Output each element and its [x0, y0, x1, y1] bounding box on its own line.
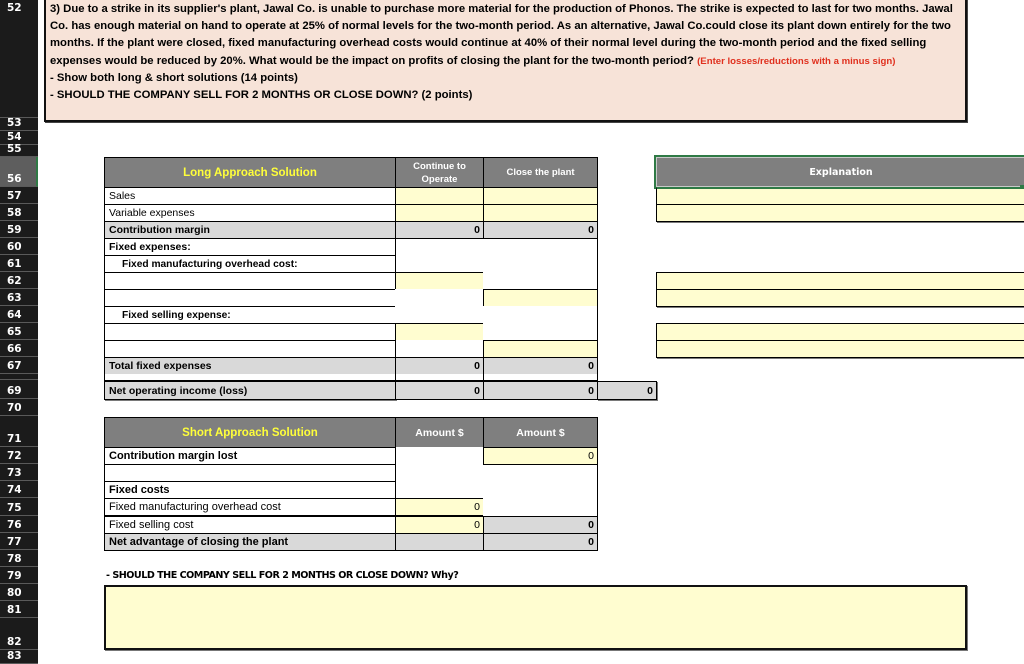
noi-difference-value: 0 — [597, 381, 657, 400]
row-label-net-advantage: Net advantage of closing the plant — [104, 533, 396, 551]
contribution-margin-close-value: 0 — [483, 221, 598, 239]
explanation-header-selected-cell[interactable]: Explanation — [654, 155, 1024, 189]
blank-cell — [483, 498, 598, 516]
row-header-58[interactable]: 58 — [0, 204, 38, 221]
row-label-fixed-selling-expense: Fixed selling expense: — [104, 306, 396, 324]
col-header-close-the-plant: Close the plant — [483, 157, 598, 188]
row-header-63[interactable]: 63 — [0, 289, 38, 306]
row-label-fixed-selling-cost: Fixed selling cost — [104, 516, 396, 534]
blank-label-row[interactable] — [104, 464, 396, 482]
long-approach-title: Long Approach Solution — [104, 157, 396, 188]
row-header-74[interactable]: 74 — [0, 481, 38, 498]
fixed-selling-close-input[interactable] — [483, 340, 598, 358]
sales-continue-input[interactable] — [395, 187, 484, 205]
explanation-fixed-mfg-1-input[interactable] — [656, 272, 1024, 290]
row-header-73[interactable]: 73 — [0, 464, 38, 481]
explanation-sales-input[interactable] — [656, 187, 1024, 205]
row-label-variable-expenses: Variable expenses — [104, 204, 396, 222]
explanation-fixed-selling-2-input[interactable] — [656, 340, 1024, 358]
answer-input-box[interactable] — [104, 585, 967, 650]
explanation-variable-expenses-input[interactable] — [656, 204, 1024, 222]
divider — [483, 374, 484, 381]
question-label: - SHOULD THE COMPANY SELL FOR 2 MONTHS O… — [106, 570, 459, 581]
col-header-amount-2: Amount $ — [483, 417, 598, 448]
row-label-fixed-expenses: Fixed expenses: — [104, 238, 396, 256]
row-header-79[interactable]: 79 — [0, 567, 38, 584]
sales-close-input[interactable] — [483, 187, 598, 205]
row-header-78[interactable]: 78 — [0, 550, 38, 567]
row-label-cm-lost: Contribution margin lost — [104, 447, 396, 465]
cm-lost-amount-2-input[interactable]: 0 — [483, 447, 598, 465]
row-header-72[interactable]: 72 — [0, 447, 38, 464]
explanation-fixed-mfg-2-input[interactable] — [656, 289, 1024, 307]
row-header-82[interactable]: 82 — [0, 618, 38, 650]
divider — [395, 374, 396, 381]
row-label-contribution-margin: Contribution margin — [104, 221, 396, 239]
row-header-64[interactable]: 64 — [0, 306, 38, 323]
blank-cell — [395, 340, 484, 358]
row-header-56[interactable]: 56 — [0, 157, 38, 187]
row-header-81[interactable]: 81 — [0, 601, 38, 618]
fixed-selling-continue-input[interactable] — [395, 323, 484, 341]
row-label-net-operating-income: Net operating income (loss) — [104, 381, 396, 400]
fixed-selling-line-1-label[interactable] — [104, 323, 396, 341]
short-approach-title: Short Approach Solution — [104, 417, 396, 448]
blank-cell — [395, 289, 484, 307]
row-header-59[interactable]: 59 — [0, 221, 38, 238]
noi-continue-value: 0 — [395, 381, 484, 400]
fixed-mfg-overhead-amount-1-input[interactable]: 0 — [395, 498, 484, 516]
variable-expenses-continue-input[interactable] — [395, 204, 484, 222]
row-header-60[interactable]: 60 — [0, 238, 38, 255]
row-header-76[interactable]: 76 — [0, 516, 38, 533]
row-header-62[interactable]: 62 — [0, 272, 38, 289]
col-header-continue-to-operate: Continue to Operate — [395, 157, 484, 188]
row-label-fixed-costs: Fixed costs — [104, 481, 396, 499]
row-header-69[interactable]: 69 — [0, 380, 38, 399]
col-header-amount-1: Amount $ — [395, 417, 484, 448]
row-header-52[interactable]: 52 — [0, 0, 38, 118]
row-header-53[interactable]: 53 — [0, 117, 38, 131]
row-header-75[interactable]: 75 — [0, 498, 38, 516]
noi-close-value: 0 — [483, 381, 598, 400]
row-header-66[interactable]: 66 — [0, 340, 38, 357]
row-header-77[interactable]: 77 — [0, 533, 38, 550]
fixed-mfg-overhead-line-1-label[interactable] — [104, 272, 396, 290]
fixed-mfg-overhead-line-2-label[interactable] — [104, 289, 396, 307]
fixed-selling-amount-2-value: 0 — [483, 516, 598, 534]
row-label-sales: Sales — [104, 187, 396, 205]
row-header-57[interactable]: 57 — [0, 187, 38, 204]
problem-statement-box[interactable]: 3) Due to a strike in its supplier's pla… — [44, 0, 967, 122]
task-sell-or-close: - SHOULD THE COMPANY SELL FOR 2 MONTHS O… — [50, 89, 473, 102]
contribution-margin-continue-value: 0 — [395, 221, 484, 239]
total-fixed-continue-value: 0 — [395, 357, 484, 375]
row-label-fixed-mfg-overhead: Fixed manufacturing overhead cost: — [104, 255, 396, 273]
problem-note: (Enter losses/reductions with a minus si… — [697, 55, 896, 67]
row-header-55[interactable]: 55 — [0, 143, 38, 157]
fixed-selling-line-2-label[interactable] — [104, 340, 396, 358]
blank-cell — [483, 272, 598, 290]
row-header-67[interactable]: 67 — [0, 357, 38, 374]
blank-cell — [483, 323, 598, 341]
spacer-row — [104, 374, 598, 381]
variable-expenses-close-input[interactable] — [483, 204, 598, 222]
fixed-mfg-overhead-close-input[interactable] — [483, 289, 598, 307]
row-label-fixed-mfg-overhead-cost: Fixed manufacturing overhead cost — [104, 498, 396, 516]
fixed-mfg-overhead-continue-input[interactable] — [395, 272, 484, 290]
row-header-65[interactable]: 65 — [0, 323, 38, 340]
total-fixed-close-value: 0 — [483, 357, 598, 375]
explanation-fixed-selling-1-input[interactable] — [656, 323, 1024, 341]
row-header-61[interactable]: 61 — [0, 255, 38, 272]
row-header-70[interactable]: 70 — [0, 399, 38, 416]
row-header-71[interactable]: 71 — [0, 416, 38, 447]
fixed-selling-amount-1-input[interactable]: 0 — [395, 516, 484, 534]
net-advantage-amount-1-value — [395, 533, 484, 551]
row-header-80[interactable]: 80 — [0, 584, 38, 601]
task-long-short: - Show both long & short solutions (14 p… — [50, 71, 298, 84]
fixed-expenses-blank-area — [395, 238, 598, 273]
row-label-total-fixed-expenses: Total fixed expenses — [104, 357, 396, 375]
net-advantage-amount-2-value: 0 — [483, 533, 598, 551]
blank-cell — [395, 306, 598, 324]
